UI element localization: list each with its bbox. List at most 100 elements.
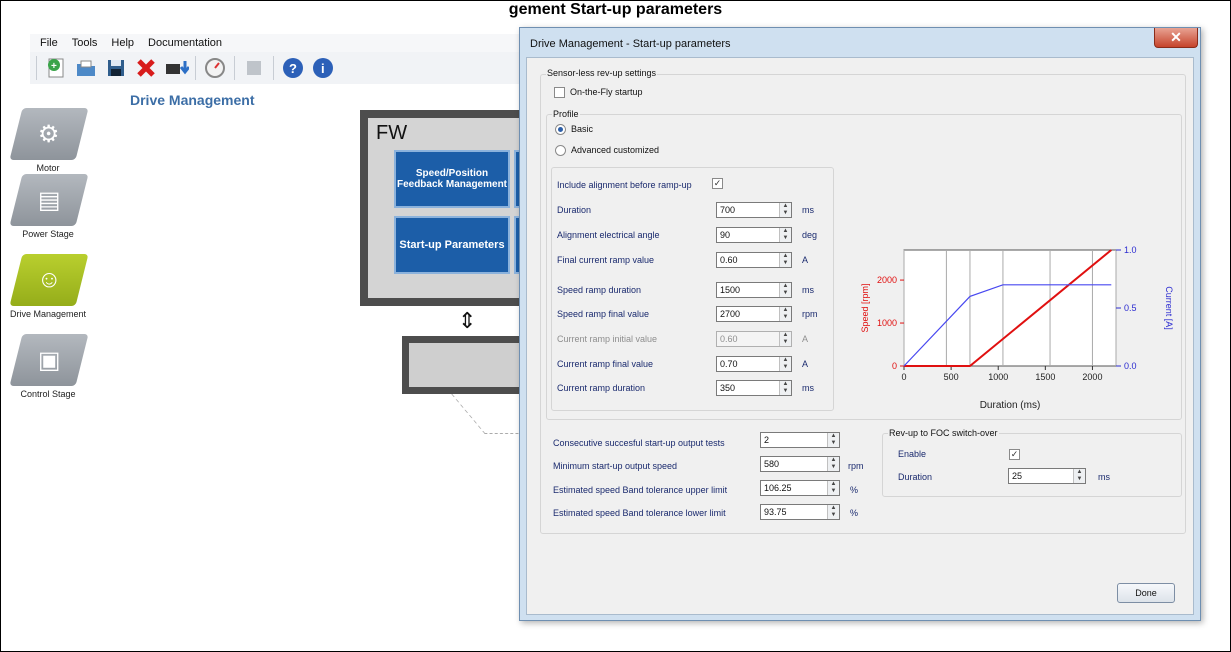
upper-tolerance-field[interactable]: 106.25 ▲ ▼ bbox=[760, 480, 840, 496]
info-icon[interactable]: i bbox=[310, 55, 336, 81]
speed-ramp-final-value: 2700 bbox=[720, 309, 741, 319]
spin-arrows-icon[interactable]: ▲ ▼ bbox=[779, 357, 791, 371]
chart-x-tick-label: 1500 bbox=[1035, 372, 1055, 382]
chart-y2-tick-label: 0.0 bbox=[1124, 361, 1137, 371]
spin-arrows-icon[interactable]: ▲ ▼ bbox=[779, 381, 791, 395]
lower-tolerance-field[interactable]: 93.75 ▲ ▼ bbox=[760, 504, 840, 520]
help-icon[interactable]: ? bbox=[280, 55, 306, 81]
duration-unit: ms bbox=[802, 205, 814, 215]
fw-block-body: FW Speed/Position Feedback Management St… bbox=[368, 118, 530, 298]
open-folder-icon[interactable] bbox=[73, 55, 99, 81]
speed-ramp-duration-field[interactable]: 1500 ▲ ▼ bbox=[716, 282, 792, 298]
chart-y2-tick-label: 0.5 bbox=[1124, 303, 1137, 313]
spin-arrows-icon[interactable]: ▲ ▼ bbox=[827, 457, 839, 471]
startup-parameters-button[interactable]: Start-up Parameters bbox=[394, 216, 510, 274]
fw-label: FW bbox=[376, 122, 408, 144]
foc-duration-unit: ms bbox=[1098, 472, 1110, 482]
dialog-title: Drive Management - Start-up parameters bbox=[530, 38, 731, 50]
alignment-angle-label: Alignment electrical angle bbox=[557, 230, 660, 240]
spin-arrows-icon[interactable]: ▲ ▼ bbox=[779, 283, 791, 297]
spin-arrows-icon[interactable]: ▲ ▼ bbox=[779, 203, 791, 217]
toolbar-separator bbox=[273, 56, 274, 80]
speed-ramp-duration-value: 1500 bbox=[720, 285, 741, 295]
sidebar-item-label: Motor bbox=[36, 163, 60, 173]
chart-y-tick-label: 0 bbox=[892, 361, 897, 371]
new-file-icon[interactable]: + bbox=[43, 55, 69, 81]
spin-arrows-icon[interactable]: ▲ ▼ bbox=[827, 481, 839, 495]
sidebar-item-drive-management[interactable]: ☺ Drive Management bbox=[8, 254, 89, 319]
menu-tools[interactable]: Tools bbox=[72, 37, 98, 49]
foc-enable-label: Enable bbox=[898, 449, 927, 459]
duration-field[interactable]: 700 ▲ ▼ bbox=[716, 202, 792, 218]
sidebar-item-power-stage[interactable]: ▤ Power Stage bbox=[8, 174, 89, 239]
menu-help[interactable]: Help bbox=[111, 37, 134, 49]
svg-text:?: ? bbox=[289, 61, 297, 76]
current-ramp-duration-field[interactable]: 350 ▲ ▼ bbox=[716, 380, 792, 396]
current-ramp-final-field[interactable]: 0.70 ▲ ▼ bbox=[716, 356, 792, 372]
close-button[interactable]: ✕ bbox=[1154, 28, 1198, 48]
sidebar-item-label: Power Stage bbox=[22, 229, 74, 239]
alignment-checkbox[interactable]: ✓ bbox=[712, 178, 723, 189]
consecutive-tests-field[interactable]: 2 ▲ ▼ bbox=[760, 432, 840, 448]
on-the-fly-checkbox[interactable] bbox=[554, 87, 565, 98]
current-ramp-initial-value: 0.60 bbox=[720, 334, 738, 344]
delete-icon[interactable] bbox=[133, 55, 159, 81]
menu-documentation[interactable]: Documentation bbox=[148, 37, 222, 49]
minimum-speed-label: Minimum start-up output speed bbox=[553, 461, 678, 471]
spin-arrows-icon[interactable]: ▲ ▼ bbox=[827, 433, 839, 447]
profile-basic-radio[interactable] bbox=[555, 124, 566, 135]
updown-arrow-icon: ⇕ bbox=[458, 308, 477, 333]
chip-download-icon[interactable] bbox=[163, 55, 189, 81]
figure-caption: gement Start-up parameters bbox=[508, 1, 723, 18]
foc-enable-checkbox[interactable]: ✓ bbox=[1009, 449, 1020, 460]
toolbar-separator bbox=[195, 56, 196, 80]
speed-ramp-final-field[interactable]: 2700 ▲ ▼ bbox=[716, 306, 792, 322]
lower-block-body bbox=[409, 343, 530, 387]
chart-y-axis-label: Speed [rpm] bbox=[860, 283, 870, 332]
foc-duration-value: 25 bbox=[1012, 471, 1023, 481]
fw-block: FW Speed/Position Feedback Management St… bbox=[360, 110, 530, 306]
profile-advanced-label: Advanced customized bbox=[571, 145, 660, 155]
svg-text:+: + bbox=[51, 61, 57, 72]
done-button[interactable]: Done bbox=[1117, 583, 1175, 603]
spin-arrows-icon[interactable]: ▲ ▼ bbox=[1073, 469, 1085, 483]
upper-tolerance-unit: % bbox=[850, 485, 859, 495]
menu-file[interactable]: File bbox=[40, 37, 58, 49]
sidebar-item-label: Drive Management bbox=[9, 309, 87, 319]
profile-group-title: Profile bbox=[552, 109, 580, 119]
spin-arrows-icon[interactable]: ▲ ▼ bbox=[779, 307, 791, 321]
profile-basic-label: Basic bbox=[571, 124, 594, 134]
sidebar-item-label: Control Stage bbox=[20, 389, 76, 399]
minimum-speed-unit: rpm bbox=[848, 461, 864, 471]
svg-text:i: i bbox=[321, 61, 325, 76]
chart-x-tick-label: 500 bbox=[944, 372, 959, 382]
chart-plot-area bbox=[903, 249, 1117, 367]
toolbar-separator bbox=[234, 56, 235, 80]
sensorless-group-title: Sensor-less rev-up settings bbox=[546, 68, 658, 78]
spin-arrows-icon[interactable]: ▲ ▼ bbox=[779, 253, 791, 267]
speed-ramp-duration-label: Speed ramp duration bbox=[557, 285, 642, 295]
spin-arrows-icon[interactable]: ▲ ▼ bbox=[779, 228, 791, 242]
final-current-ramp-field[interactable]: 0.60 ▲ ▼ bbox=[716, 252, 792, 268]
speed-ramp-duration-unit: ms bbox=[802, 285, 814, 295]
alignment-angle-field[interactable]: 90 ▲ ▼ bbox=[716, 227, 792, 243]
gauge-icon[interactable] bbox=[202, 55, 228, 81]
current-ramp-initial-unit: A bbox=[802, 334, 809, 344]
save-icon[interactable] bbox=[103, 55, 129, 81]
spin-arrows-icon: ▲ ▼ bbox=[779, 332, 791, 346]
chart-y2-tick-label: 1.0 bbox=[1124, 245, 1137, 255]
profile-advanced-radio[interactable] bbox=[555, 145, 566, 156]
foc-duration-label: Duration bbox=[898, 472, 933, 482]
plugin-icon bbox=[241, 55, 267, 81]
toolbar: + ? i bbox=[30, 52, 530, 84]
minimum-speed-value: 580 bbox=[764, 459, 780, 469]
foc-duration-field[interactable]: 25 ▲ ▼ bbox=[1008, 468, 1086, 484]
power-stage-icon: ▤ bbox=[9, 174, 89, 226]
consecutive-tests-label: Consecutive succesful start-up output te… bbox=[553, 438, 725, 448]
minimum-speed-field[interactable]: 580 ▲ ▼ bbox=[760, 456, 840, 472]
speed-position-feedback-button[interactable]: Speed/Position Feedback Management bbox=[394, 150, 510, 208]
startup-profile-chart: 0 500 1000 1500 2000 0 1000 2000 0.0 0.5 1.0 Durati… bbox=[860, 245, 1174, 411]
sidebar-item-motor[interactable]: ⚙ Motor bbox=[8, 108, 89, 173]
spin-arrows-icon[interactable]: ▲ ▼ bbox=[827, 505, 839, 519]
sidebar-item-control-stage[interactable]: ▣ Control Stage bbox=[8, 334, 89, 399]
